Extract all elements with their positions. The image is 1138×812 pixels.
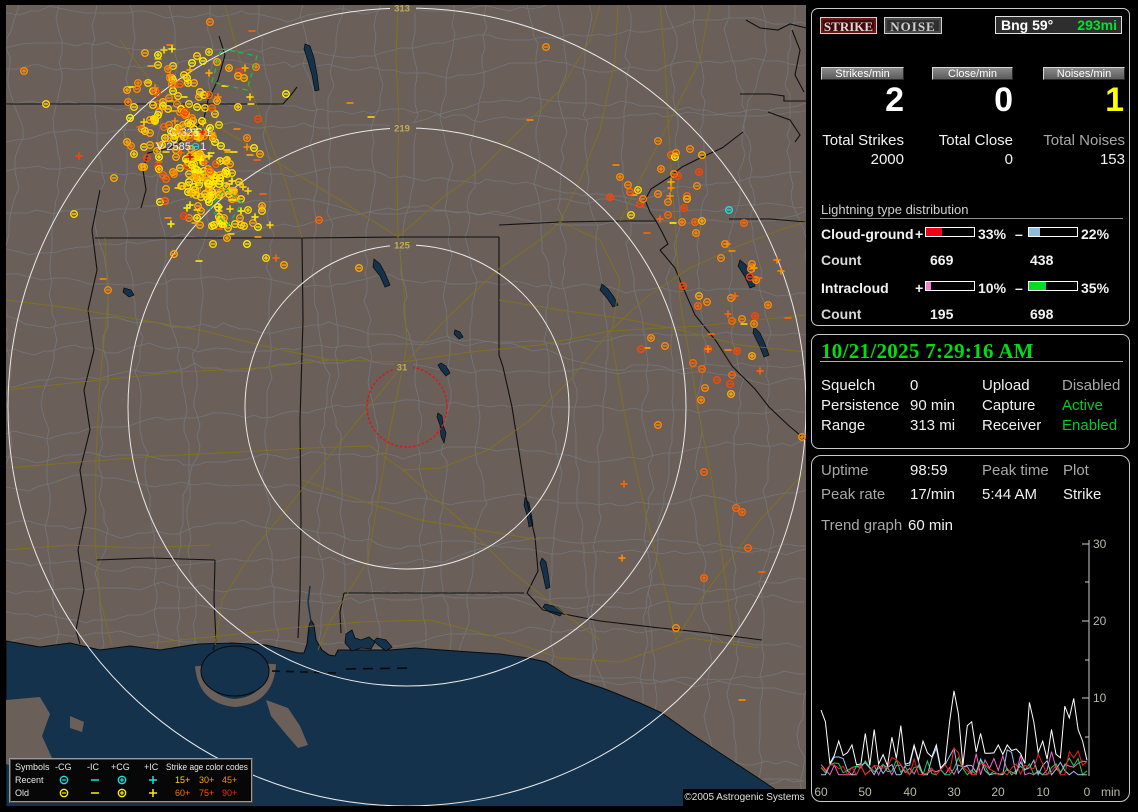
svg-text:20: 20 — [1093, 614, 1107, 628]
svg-text:V-2585⊖1: V-2585⊖1 — [156, 141, 206, 153]
svg-text:313: 313 — [394, 5, 410, 15]
svg-text:50: 50 — [858, 785, 872, 799]
svg-text:40: 40 — [903, 785, 917, 799]
svg-text:20: 20 — [991, 785, 1005, 799]
svg-text:10: 10 — [1093, 691, 1107, 705]
svg-text:31: 31 — [397, 363, 408, 374]
svg-text:10: 10 — [1036, 785, 1050, 799]
svg-text:125: 125 — [394, 241, 411, 252]
svg-text:30: 30 — [947, 785, 961, 799]
svg-text:219: 219 — [394, 124, 410, 135]
svg-text:30: 30 — [1093, 537, 1107, 551]
svg-text:min: min — [1101, 785, 1120, 799]
svg-text:60: 60 — [814, 785, 828, 799]
svg-text:C-325+1: C-325+1 — [169, 127, 212, 139]
svg-text:0: 0 — [1084, 785, 1091, 799]
